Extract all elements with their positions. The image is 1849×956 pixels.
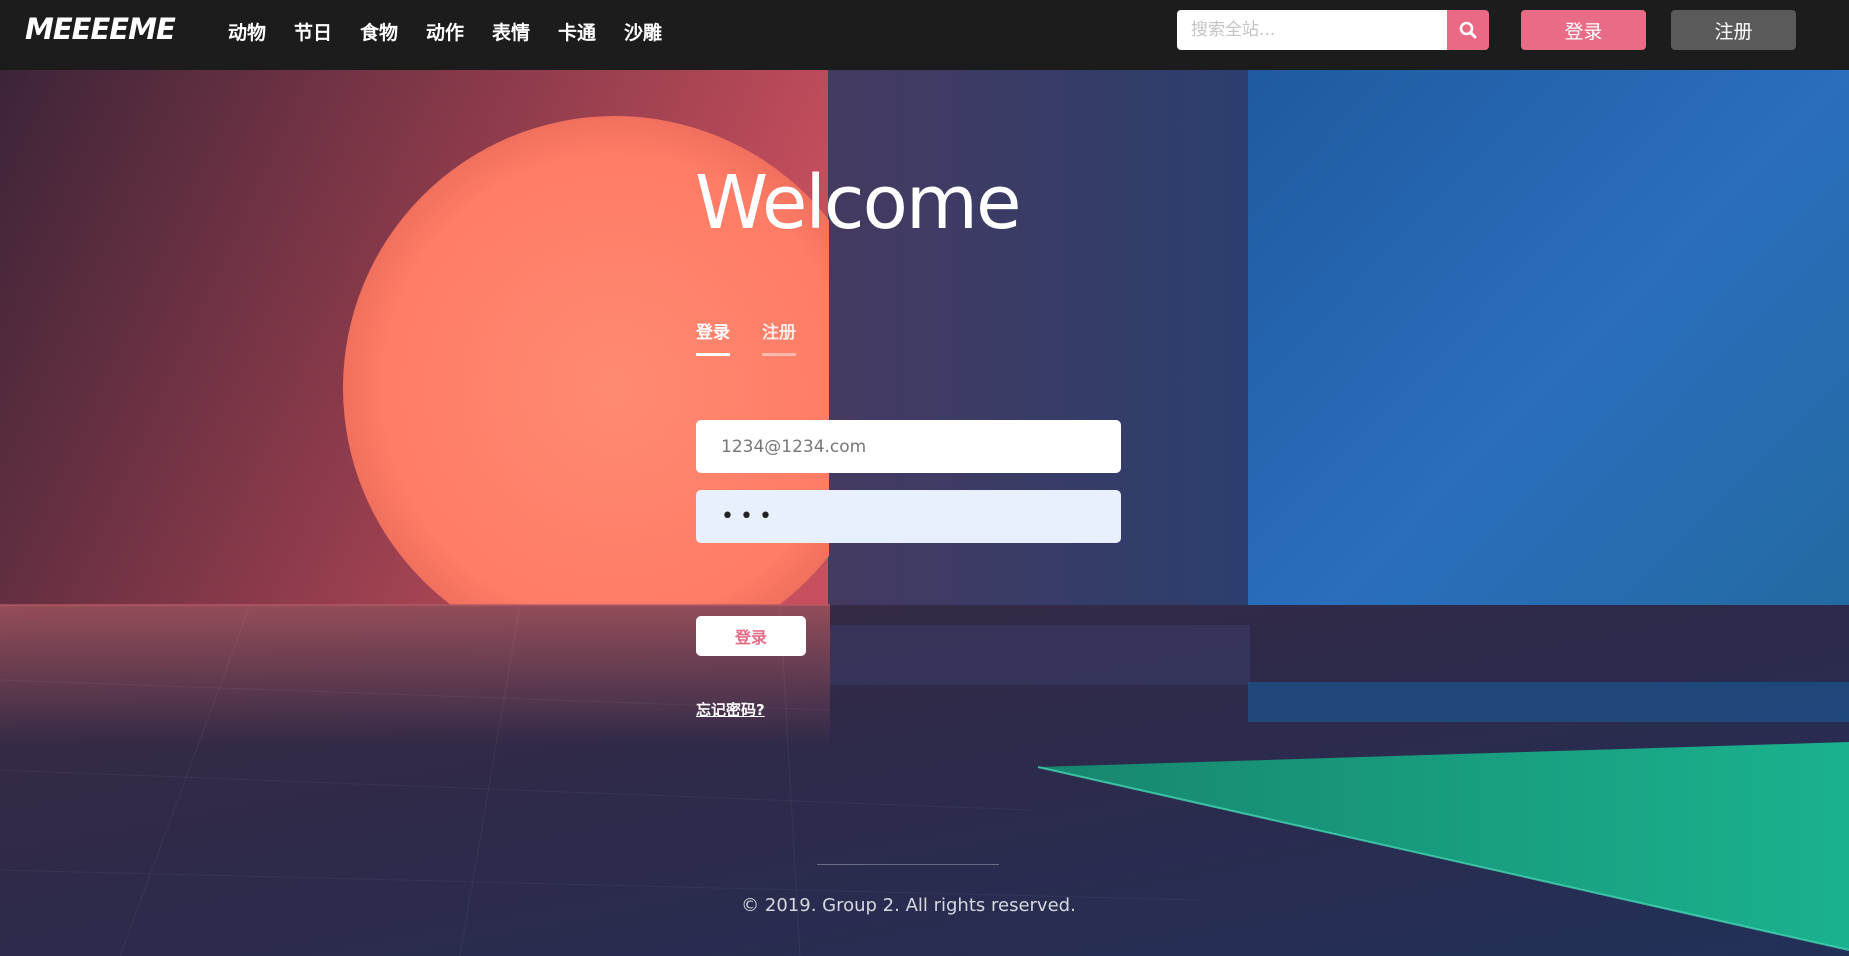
header-register-button[interactable]: 注册 <box>1671 10 1796 50</box>
site-logo[interactable]: MEEEEME <box>25 12 176 46</box>
search-input[interactable] <box>1177 10 1447 50</box>
top-navbar: MEEEEME 动物 节日 食物 动作 表情 卡通 沙雕 登录 注册 <box>0 0 1849 70</box>
forgot-password-link[interactable]: 忘记密码? <box>696 699 765 720</box>
nav-link-holidays[interactable]: 节日 <box>294 18 360 45</box>
site-search <box>1177 10 1489 50</box>
password-field[interactable] <box>696 490 1121 543</box>
login-submit-button[interactable]: 登录 <box>696 616 806 656</box>
tab-register[interactable]: 注册 <box>762 318 796 356</box>
category-nav: 动物 节日 食物 动作 表情 卡通 沙雕 <box>228 18 690 45</box>
tab-login[interactable]: 登录 <box>696 318 730 356</box>
search-icon <box>1459 21 1477 39</box>
nav-link-food[interactable]: 食物 <box>360 18 426 45</box>
search-button[interactable] <box>1447 10 1489 50</box>
copyright-text: © 2019. Group 2. All rights reserved. <box>741 895 1076 916</box>
nav-link-cartoon[interactable]: 卡通 <box>558 18 624 45</box>
welcome-heading: Welcome <box>695 160 1021 246</box>
nav-link-actions[interactable]: 动作 <box>426 18 492 45</box>
auth-tabs: 登录 注册 <box>696 318 796 356</box>
nav-link-expressions[interactable]: 表情 <box>492 18 558 45</box>
footer-divider <box>817 864 999 865</box>
nav-link-animals[interactable]: 动物 <box>228 18 294 45</box>
email-field[interactable] <box>696 420 1121 473</box>
header-login-button[interactable]: 登录 <box>1521 10 1646 50</box>
nav-link-silly[interactable]: 沙雕 <box>624 18 690 45</box>
